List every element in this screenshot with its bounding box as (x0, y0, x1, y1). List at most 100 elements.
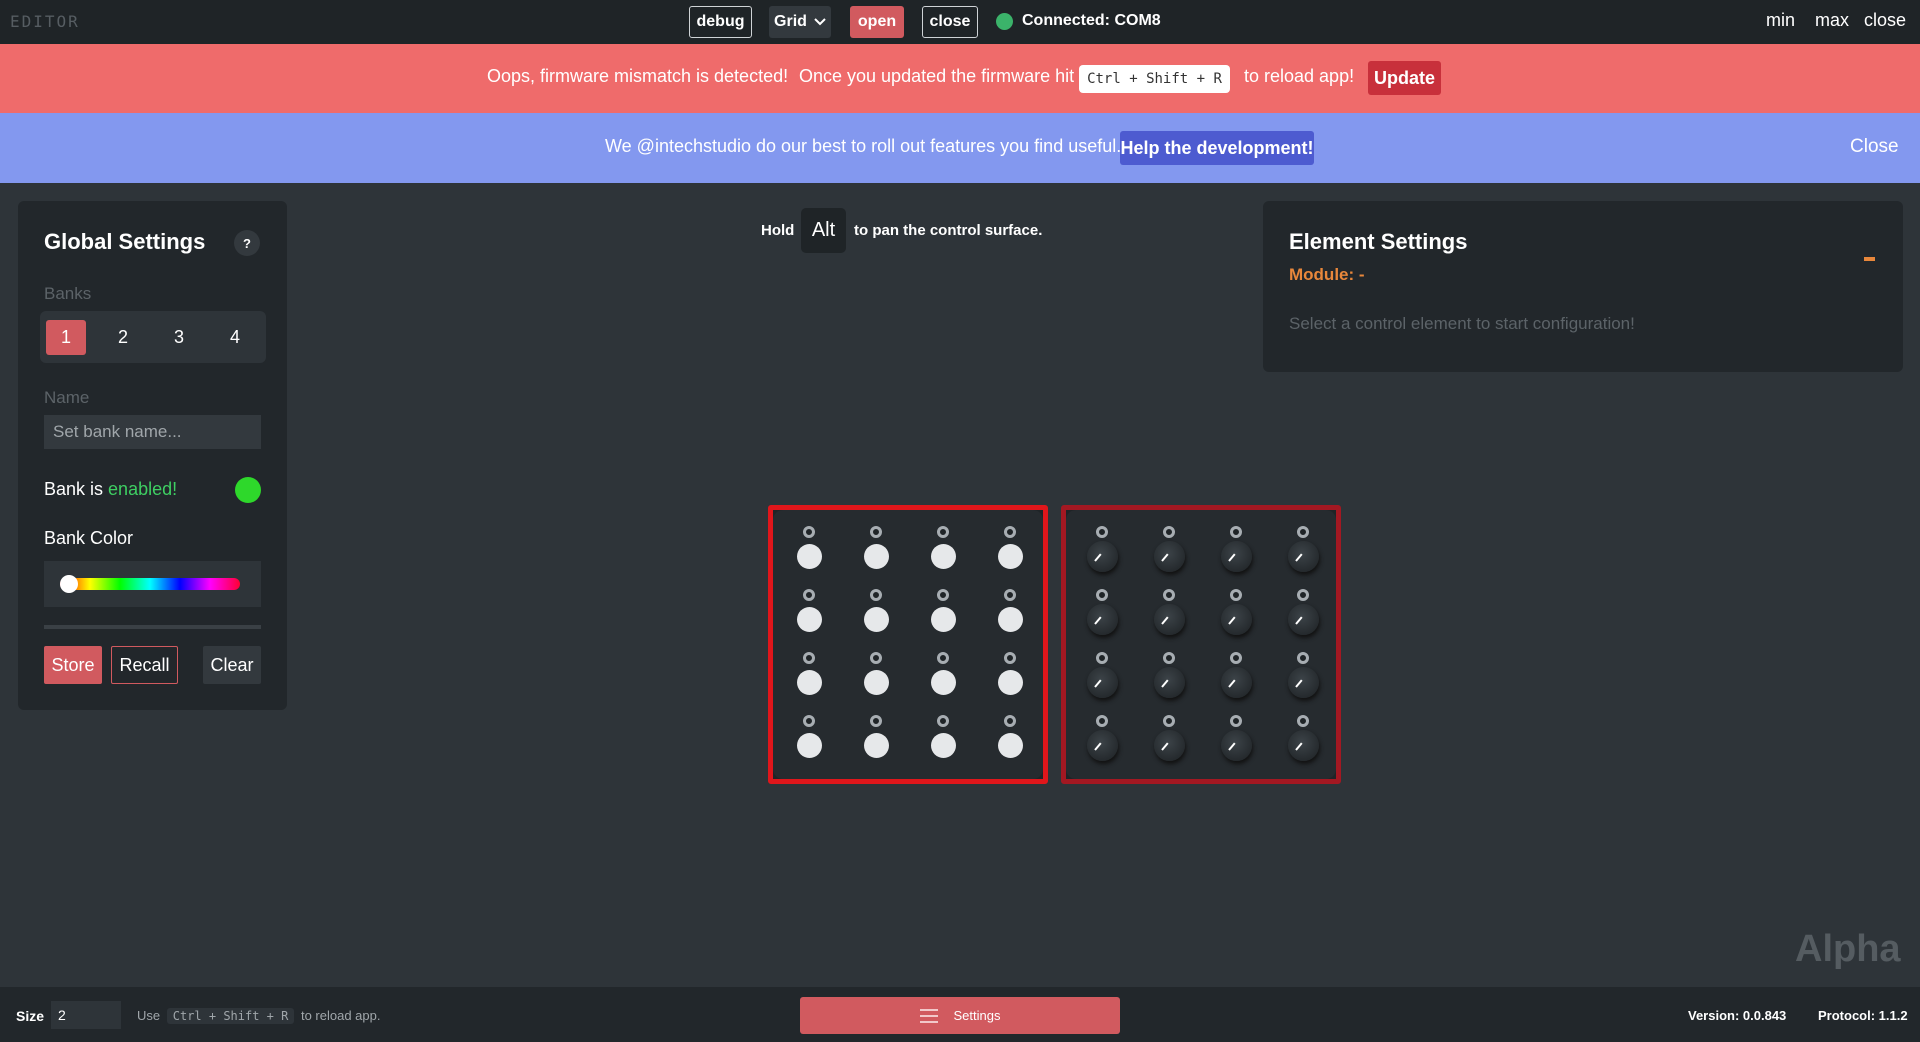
settings-button[interactable]: Settings (800, 997, 1120, 1034)
button-module-surface (773, 510, 1043, 779)
potentiometer-knob[interactable] (1288, 604, 1319, 635)
led-indicator (870, 715, 882, 727)
bank-button-4[interactable]: 4 (215, 320, 255, 355)
led-indicator (1230, 652, 1242, 664)
app-title: EDITOR (10, 12, 80, 31)
control-button[interactable] (864, 544, 889, 569)
recall-button[interactable]: Recall (111, 646, 178, 684)
control-button[interactable] (797, 607, 822, 632)
potentiometer-knob[interactable] (1154, 604, 1185, 635)
control-button[interactable] (797, 733, 822, 758)
status-footer: Size Use Ctrl + Shift + R to reload app.… (0, 987, 1920, 1042)
control-button[interactable] (998, 607, 1023, 632)
control-button[interactable] (931, 670, 956, 695)
led-indicator (1230, 715, 1242, 727)
size-label: Size (16, 1008, 45, 1024)
control-button[interactable] (864, 607, 889, 632)
reload-hint-prefix: Use (137, 1008, 161, 1023)
potentiometer-knob[interactable] (1154, 667, 1185, 698)
control-button[interactable] (864, 733, 889, 758)
grid-dropdown[interactable]: Grid (769, 6, 831, 38)
led-indicator (1163, 526, 1175, 538)
led-indicator (1004, 589, 1016, 601)
debug-button[interactable]: debug (689, 6, 752, 38)
led-indicator (1163, 652, 1175, 664)
close-connection-button[interactable]: close (922, 6, 978, 38)
potentiometer-knob[interactable] (1221, 667, 1252, 698)
bank-color-slider[interactable] (44, 561, 261, 607)
chevron-down-icon (814, 18, 826, 26)
development-message: We @intechstudio do our best to roll out… (605, 136, 1122, 156)
bank-name-input[interactable] (44, 415, 261, 449)
bank-color-label: Bank Color (44, 528, 134, 548)
led-indicator (1163, 589, 1175, 601)
control-button[interactable] (864, 670, 889, 695)
clear-button[interactable]: Clear (203, 646, 261, 684)
global-settings-panel: Global Settings ? Banks 1 2 3 4 Name Ban… (18, 201, 287, 710)
led-indicator (937, 652, 949, 664)
sliders-icon (919, 1006, 938, 1026)
window-max-button[interactable]: max (1815, 10, 1849, 31)
control-button[interactable] (931, 544, 956, 569)
potentiometer-knob[interactable] (1087, 667, 1118, 698)
led-indicator (1230, 589, 1242, 601)
led-indicator (937, 589, 949, 601)
knob-module-surface (1066, 510, 1336, 779)
name-label: Name (44, 388, 90, 407)
settings-button-label: Settings (953, 1008, 1001, 1023)
control-button[interactable] (998, 733, 1023, 758)
control-button[interactable] (931, 607, 956, 632)
connection-status: Connected: COM8 (1022, 12, 1161, 29)
control-button[interactable] (998, 544, 1023, 569)
bank-button-1[interactable]: 1 (46, 320, 86, 355)
element-settings-title: Element Settings (1289, 229, 1468, 254)
button-module[interactable] (768, 505, 1048, 784)
potentiometer-knob[interactable] (1288, 541, 1319, 572)
color-slider-thumb[interactable] (60, 575, 78, 593)
potentiometer-knob[interactable] (1154, 541, 1185, 572)
potentiometer-knob[interactable] (1288, 667, 1319, 698)
led-indicator (1297, 652, 1309, 664)
help-icon[interactable]: ? (234, 230, 260, 256)
bank-button-3[interactable]: 3 (159, 320, 199, 355)
potentiometer-knob[interactable] (1221, 541, 1252, 572)
update-button[interactable]: Update (1368, 61, 1441, 95)
pan-hint-suffix: to pan the control surface. (854, 222, 1043, 239)
potentiometer-knob[interactable] (1087, 541, 1118, 572)
size-input[interactable] (51, 1001, 121, 1029)
help-development-button[interactable]: Help the development! (1120, 131, 1314, 165)
color-slider-track[interactable] (60, 578, 240, 590)
reload-hint-shortcut: Ctrl + Shift + R (166, 1008, 295, 1024)
potentiometer-knob[interactable] (1288, 730, 1319, 761)
divider (44, 625, 261, 629)
led-indicator (1297, 715, 1309, 727)
bank-status: Bank is enabled! (44, 479, 177, 500)
potentiometer-knob[interactable] (1154, 730, 1185, 761)
led-indicator (870, 589, 882, 601)
window-min-button[interactable]: min (1766, 10, 1795, 31)
banks-label: Banks (44, 284, 92, 303)
open-button[interactable]: open (850, 6, 904, 38)
led-indicator (870, 652, 882, 664)
potentiometer-knob[interactable] (1221, 730, 1252, 761)
control-button[interactable] (998, 670, 1023, 695)
reload-shortcut-key: Ctrl + Shift + R (1079, 65, 1230, 93)
bank-button-2[interactable]: 2 (103, 320, 143, 355)
banner-close-button[interactable]: Close (1850, 136, 1899, 158)
store-button[interactable]: Store (44, 646, 102, 684)
control-button[interactable] (797, 670, 822, 695)
firmware-instruction: Once you updated the firmware hit (799, 66, 1075, 86)
bank-selector: 1 2 3 4 (40, 311, 266, 363)
control-button[interactable] (797, 544, 822, 569)
potentiometer-knob[interactable] (1221, 604, 1252, 635)
collapse-icon[interactable] (1864, 257, 1875, 261)
led-indicator (1163, 715, 1175, 727)
window-close-button[interactable]: close (1864, 10, 1906, 31)
knob-module[interactable] (1061, 505, 1341, 784)
led-indicator (1004, 652, 1016, 664)
bank-enabled-toggle[interactable] (235, 477, 261, 503)
control-button[interactable] (931, 733, 956, 758)
potentiometer-knob[interactable] (1087, 730, 1118, 761)
potentiometer-knob[interactable] (1087, 604, 1118, 635)
alt-key: Alt (801, 208, 846, 253)
